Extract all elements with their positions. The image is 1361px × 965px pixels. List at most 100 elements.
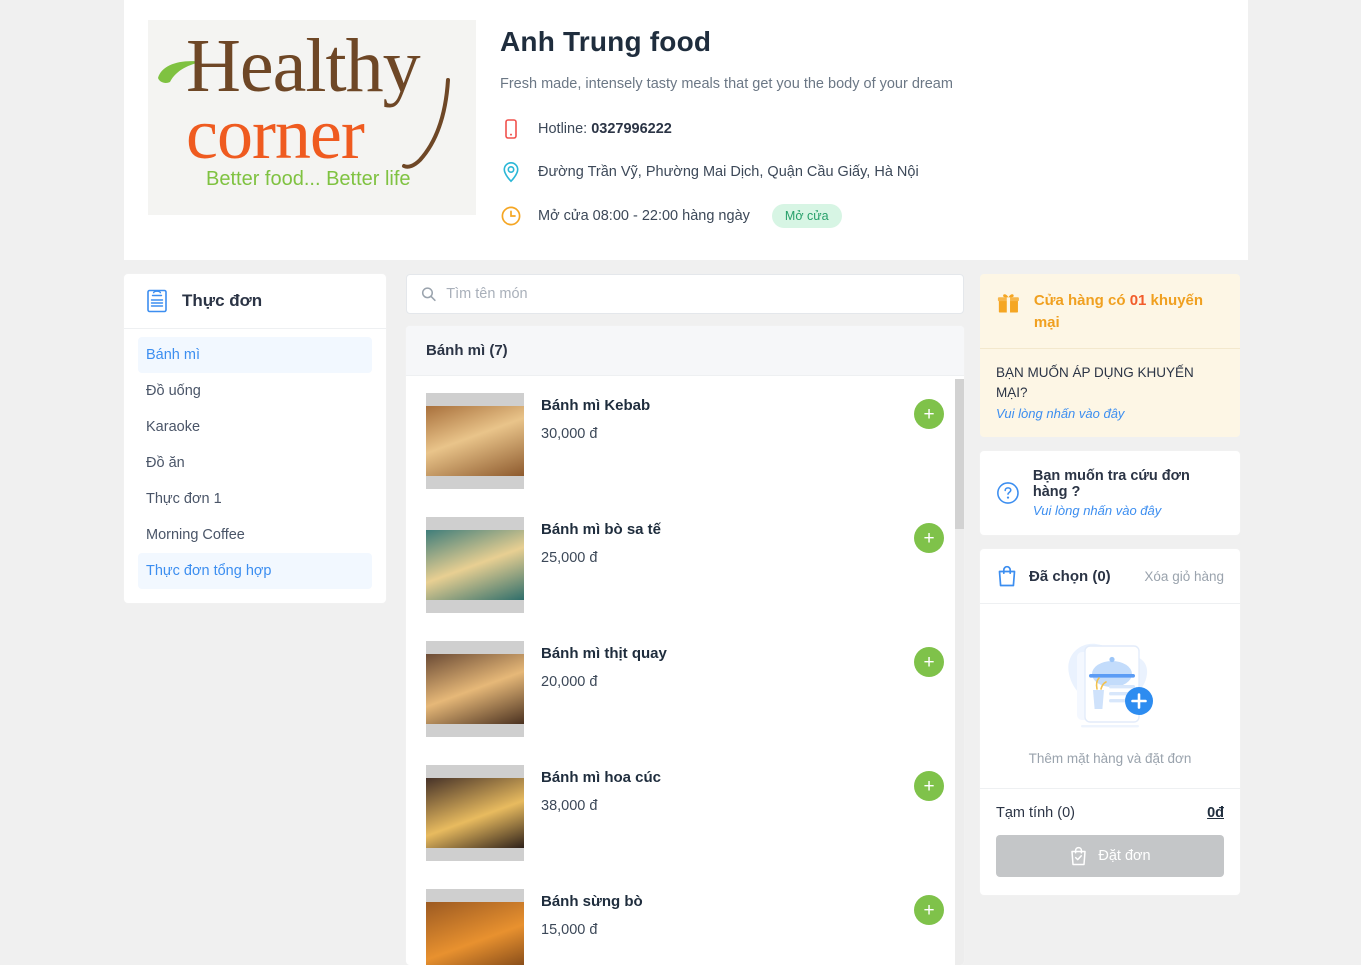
promotion-count: 01 xyxy=(1129,292,1147,309)
shopping-bag-icon xyxy=(998,565,1016,587)
plus-icon: + xyxy=(923,899,935,921)
cart-card: Đã chọn (0) Xóa giỏ hàng Thêm mặt hàng v… xyxy=(980,549,1240,895)
status-badge: Mở cửa xyxy=(771,204,842,228)
menu-item-name: Bánh mì thịt quay xyxy=(541,645,667,662)
cart-title: Đã chọn (0) xyxy=(1029,567,1111,585)
sidebar-item-do-an[interactable]: Đồ ăn xyxy=(138,445,372,481)
phone-icon xyxy=(505,119,517,139)
search-icon xyxy=(421,287,436,302)
menu-item-row[interactable]: Bánh sừng bò 15,000 đ + xyxy=(406,875,964,965)
add-order-illustration xyxy=(1068,643,1153,728)
hotline-row: Hotline: 0327996222 xyxy=(500,118,1224,140)
sidebar-item-karaoke[interactable]: Karaoke xyxy=(138,409,372,445)
add-item-button[interactable]: + xyxy=(914,771,944,801)
cart-header: Đã chọn (0) Xóa giỏ hàng xyxy=(980,549,1240,604)
menu-item-thumbnail xyxy=(426,765,524,861)
address-text: Đường Trần Vỹ, Phường Mai Dịch, Quận Cầu… xyxy=(538,164,919,180)
menu-item-name: Bánh mì Kebab xyxy=(541,397,651,414)
location-pin-icon xyxy=(503,161,519,183)
promotion-apply-block: BẠN MUỐN ÁP DỤNG KHUYẾN MẠI? Vui lòng nh… xyxy=(980,347,1240,438)
order-lookup-link[interactable]: Vui lòng nhấn vào đây xyxy=(1033,503,1224,518)
sidebar-item-banh-mi[interactable]: Bánh mì xyxy=(138,337,372,373)
plus-icon: + xyxy=(923,651,935,673)
order-lookup-title: Bạn muốn tra cứu đơn hàng ? xyxy=(1032,468,1190,500)
place-order-label: Đặt đơn xyxy=(1098,848,1151,864)
menu-list-scrollbar-thumb[interactable] xyxy=(955,379,964,529)
menu-item-thumbnail xyxy=(426,393,524,489)
menu-item-price: 25,000 đ xyxy=(541,550,598,566)
logo-swash xyxy=(402,78,450,169)
menu-item-price: 30,000 đ xyxy=(541,426,598,442)
menu-list-card: Bánh mì (7) Bánh mì Kebab 30,000 đ + Bán… xyxy=(406,326,964,965)
subtotal-row: Tạm tính (0) 0đ xyxy=(996,805,1224,821)
menu-item-row[interactable]: Bánh mì hoa cúc 38,000 đ + xyxy=(406,751,964,875)
question-circle-icon xyxy=(997,482,1019,504)
sidebar-item-morning-coffee[interactable]: Morning Coffee xyxy=(138,517,372,553)
hours-label: Mở cửa 08:00 - 22:00 hàng ngày xyxy=(538,208,750,224)
menu-item-row[interactable]: Bánh mì bò sa tế 25,000 đ + xyxy=(406,503,964,627)
menu-section-title: Bánh mì (7) xyxy=(406,326,964,376)
add-item-button[interactable]: + xyxy=(914,523,944,553)
promotion-card: Cửa hàng có 01 khuyến mại BẠN MUỐN ÁP DỤ… xyxy=(980,274,1240,437)
address-row: Đường Trần Vỹ, Phường Mai Dịch, Quận Cầu… xyxy=(500,161,1224,183)
menu-item-price: 15,000 đ xyxy=(541,922,598,938)
cart-footer: Tạm tính (0) 0đ Đặt đơn xyxy=(980,788,1240,895)
clear-cart-button[interactable]: Xóa giỏ hàng xyxy=(1144,569,1224,584)
gift-icon xyxy=(997,294,1019,313)
cart-empty-caption: Thêm mặt hàng và đặt đơn xyxy=(1028,751,1192,766)
menu-item-name: Bánh mì hoa cúc xyxy=(541,769,662,786)
menu-document-icon xyxy=(147,289,167,313)
subtotal-label: Tạm tính (0) xyxy=(996,805,1075,821)
menu-main-column: Bánh mì (7) Bánh mì Kebab 30,000 đ + xyxy=(406,274,964,965)
promotion-question: BẠN MUỐN ÁP DỤNG KHUYẾN MẠI? xyxy=(996,364,1194,400)
shop-tagline: Fresh made, intensely tasty meals that g… xyxy=(500,76,953,92)
cart-empty-state: Thêm mặt hàng và đặt đơn xyxy=(980,604,1240,788)
page-title: Anh Trung food xyxy=(500,26,712,57)
logo-word-healthy: Healthy xyxy=(186,24,421,108)
sidebar-header: Thực đơn xyxy=(124,274,386,329)
promotion-link[interactable]: Vui lòng nhấn vào đây xyxy=(996,406,1224,421)
logo-word-corner: corner xyxy=(186,94,365,174)
menu-item-name: Bánh sừng bò xyxy=(541,893,643,910)
menu-item-thumbnail xyxy=(426,517,524,613)
shop-logo: Healthy corner Better food... Better lif… xyxy=(148,20,476,215)
storefront-page: Healthy corner Better food... Better lif… xyxy=(0,0,1361,965)
promotion-title-pre: Cửa hàng có xyxy=(1033,292,1130,309)
shop-header-card: Healthy corner Better food... Better lif… xyxy=(124,0,1248,260)
menu-item-name: Bánh mì bò sa tế xyxy=(541,521,662,538)
menu-item-thumbnail xyxy=(426,641,524,737)
sidebar-item-do-uong[interactable]: Đồ uống xyxy=(138,373,372,409)
menu-item-row[interactable]: Bánh mì Kebab 30,000 đ + xyxy=(406,379,964,503)
order-lookup-card[interactable]: Bạn muốn tra cứu đơn hàng ? Vui lòng nhấ… xyxy=(980,451,1240,535)
promotion-header: Cửa hàng có 01 khuyến mại xyxy=(980,274,1240,348)
plus-icon: + xyxy=(923,527,935,549)
menu-item-price: 38,000 đ xyxy=(541,798,598,814)
logo-tagline: Better food... Better life xyxy=(206,168,411,190)
add-item-button[interactable]: + xyxy=(914,647,944,677)
subtotal-value: 0đ xyxy=(1207,805,1224,821)
hotline-label: Hotline: xyxy=(538,121,588,137)
promotion-title: Cửa hàng có 01 khuyến mại xyxy=(1034,290,1224,334)
add-item-button[interactable]: + xyxy=(914,895,944,925)
sidebar-title: Thực đơn xyxy=(182,291,263,310)
hotline-text: Hotline: 0327996222 xyxy=(538,121,672,137)
sidebar-item-thuc-don-1[interactable]: Thực đơn 1 xyxy=(138,481,372,517)
sidebar-item-thuc-don-tong-hop[interactable]: Thực đơn tổng hợp xyxy=(138,553,372,589)
search-bar[interactable] xyxy=(406,274,964,314)
clock-icon xyxy=(501,206,521,226)
menu-item-list: Bánh mì Kebab 30,000 đ + Bánh mì bò sa t… xyxy=(406,379,964,965)
bag-check-icon xyxy=(1071,846,1087,866)
hotline-number: 0327996222 xyxy=(591,121,672,137)
sidebar-item-list: Bánh mì Đồ uống Karaoke Đồ ăn Thực đơn 1… xyxy=(124,329,386,603)
menu-sidebar: Thực đơn Bánh mì Đồ uống Karaoke Đồ ăn T… xyxy=(124,274,386,603)
plus-icon: + xyxy=(923,775,935,797)
right-column: Cửa hàng có 01 khuyến mại BẠN MUỐN ÁP DỤ… xyxy=(980,274,1240,895)
place-order-button[interactable]: Đặt đơn xyxy=(996,835,1224,877)
add-item-button[interactable]: + xyxy=(914,399,944,429)
menu-item-thumbnail xyxy=(426,889,524,965)
search-input[interactable] xyxy=(446,286,949,302)
menu-item-price: 20,000 đ xyxy=(541,674,598,690)
hours-row: Mở cửa 08:00 - 22:00 hàng ngày Mở cửa xyxy=(500,204,1224,228)
plus-icon: + xyxy=(923,403,935,425)
menu-item-row[interactable]: Bánh mì thịt quay 20,000 đ + xyxy=(406,627,964,751)
